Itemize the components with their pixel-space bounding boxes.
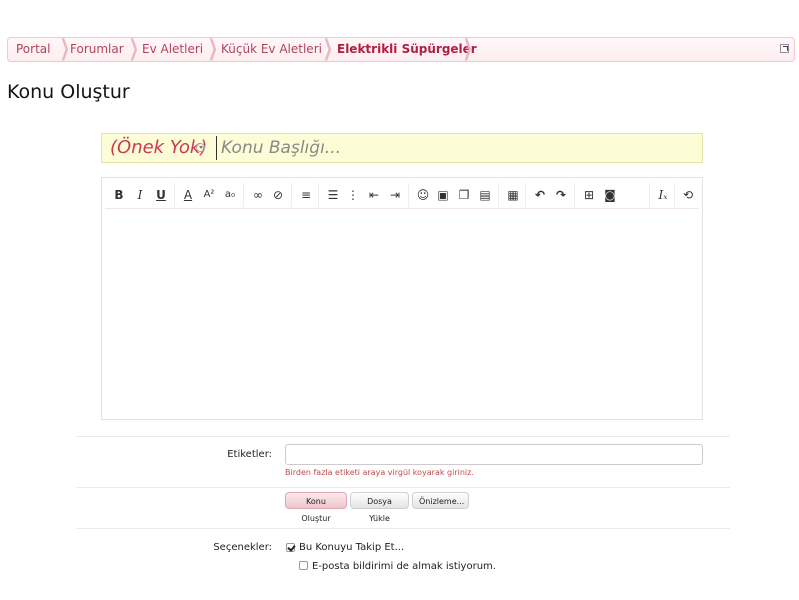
breadcrumb-separator: ❯ — [462, 36, 473, 61]
options-label: Seçenekler: — [213, 542, 272, 553]
email-notify-checkbox[interactable] — [299, 561, 308, 570]
toolbar-group-draft: ▦ — [501, 183, 526, 207]
toolbar-group-history: ↶ ↷ — [528, 183, 575, 207]
upload-file-button[interactable]: Dosya Yükle — [350, 492, 409, 523]
email-notify-label[interactable]: E-posta bildirimi de almak istiyorum. — [312, 561, 496, 572]
media-icon[interactable]: ❐ — [455, 186, 473, 204]
bold-icon[interactable]: B — [110, 186, 128, 204]
unlink-icon[interactable]: ⊘ — [269, 186, 287, 204]
superscript-icon[interactable]: A² — [200, 186, 218, 204]
toolbar-group-align: ≡ — [294, 183, 319, 207]
tags-label: Etiketler: — [227, 449, 272, 460]
divider — [76, 436, 730, 437]
indent-icon[interactable]: ⇥ — [386, 186, 404, 204]
breadcrumb-elektrikli-supurgeler[interactable]: Elektrikli Süpürgeler — [337, 38, 477, 61]
undo-icon[interactable]: ↶ — [531, 186, 549, 204]
breadcrumb: Portal ❯ Forumlar ❯ Ev Aletleri ❯ Küçük … — [7, 37, 795, 62]
jump-to-icon[interactable] — [780, 44, 789, 53]
redo-icon[interactable]: ↷ — [552, 186, 570, 204]
toolbar-group-text-style: B I U — [108, 183, 175, 207]
chevron-down-icon[interactable] — [196, 143, 205, 152]
preview-button[interactable]: Önizleme... — [412, 492, 469, 509]
page-title: Konu Oluştur — [7, 81, 130, 103]
editor-toolbar: B I U A A² a₀ ∞ ⊘ ≡ ☰ ⋮ ⇤ ⇥ ☺ ▣ ❐ ▤ ▦ ↶ … — [105, 181, 699, 209]
thread-title-input[interactable] — [216, 136, 701, 160]
remove-format-icon[interactable]: Iₓ — [654, 186, 672, 204]
divider — [76, 528, 730, 529]
toolbar-group-help: ⟲ — [677, 183, 699, 207]
link-icon[interactable]: ∞ — [249, 186, 267, 204]
image-icon[interactable]: ▣ — [434, 186, 452, 204]
italic-icon[interactable]: I — [131, 186, 149, 204]
watch-thread-checkbox[interactable] — [286, 543, 295, 552]
subscript-icon[interactable]: a₀ — [221, 186, 239, 204]
editor-text-area[interactable] — [105, 210, 699, 416]
breadcrumb-portal[interactable]: Portal — [16, 38, 50, 61]
text-color-icon[interactable]: A — [179, 186, 197, 204]
breadcrumb-separator: ❯ — [322, 36, 333, 61]
toggle-bbcode-icon[interactable]: ⊞ — [580, 186, 598, 204]
thread-title-row: (Önek Yok) — [101, 133, 703, 163]
divider — [76, 487, 730, 488]
tags-hint: Birden fazla etiketi araya virgül koyara… — [285, 468, 474, 477]
prefix-select[interactable]: (Önek Yok) — [110, 137, 207, 158]
breadcrumb-forumlar[interactable]: Forumlar — [70, 38, 124, 61]
save-draft-icon[interactable]: ▦ — [504, 186, 522, 204]
breadcrumb-kucuk-ev-aletleri[interactable]: Küçük Ev Aletleri — [221, 38, 322, 61]
breadcrumb-separator: ❯ — [207, 36, 218, 61]
watch-thread-label[interactable]: Bu Konuyu Takip Et... — [299, 542, 404, 553]
underline-icon[interactable]: U — [152, 186, 170, 204]
toolbar-group-link: ∞ ⊘ — [246, 183, 292, 207]
toolbar-group-insert: ☺ ▣ ❐ ▤ — [411, 183, 499, 207]
message-editor: B I U A A² a₀ ∞ ⊘ ≡ ☰ ⋮ ⇤ ⇥ ☺ ▣ ❐ ▤ ▦ ↶ … — [101, 177, 703, 420]
toolbar-group-view: ⊞ ◙ — [577, 183, 650, 207]
outdent-icon[interactable]: ⇤ — [365, 186, 383, 204]
screenshot-icon[interactable]: ◙ — [601, 186, 619, 204]
tags-input[interactable] — [285, 444, 703, 465]
breadcrumb-separator: ❯ — [128, 36, 139, 61]
breadcrumb-separator: ❯ — [59, 36, 70, 61]
toolbar-group-list: ☰ ⋮ ⇤ ⇥ — [321, 183, 409, 207]
breadcrumb-ev-aletleri[interactable]: Ev Aletleri — [142, 38, 203, 61]
create-thread-button[interactable]: Konu Oluştur — [285, 492, 347, 523]
align-left-icon[interactable]: ≡ — [297, 186, 315, 204]
bullet-list-icon[interactable]: ☰ — [324, 186, 342, 204]
numbered-list-icon[interactable]: ⋮ — [344, 186, 362, 204]
smiley-icon[interactable]: ☺ — [414, 186, 432, 204]
help-icon[interactable]: ⟲ — [679, 186, 697, 204]
quote-icon[interactable]: ▤ — [476, 186, 494, 204]
toolbar-group-format: Iₓ — [652, 183, 675, 207]
toolbar-group-font: A A² a₀ — [177, 183, 244, 207]
